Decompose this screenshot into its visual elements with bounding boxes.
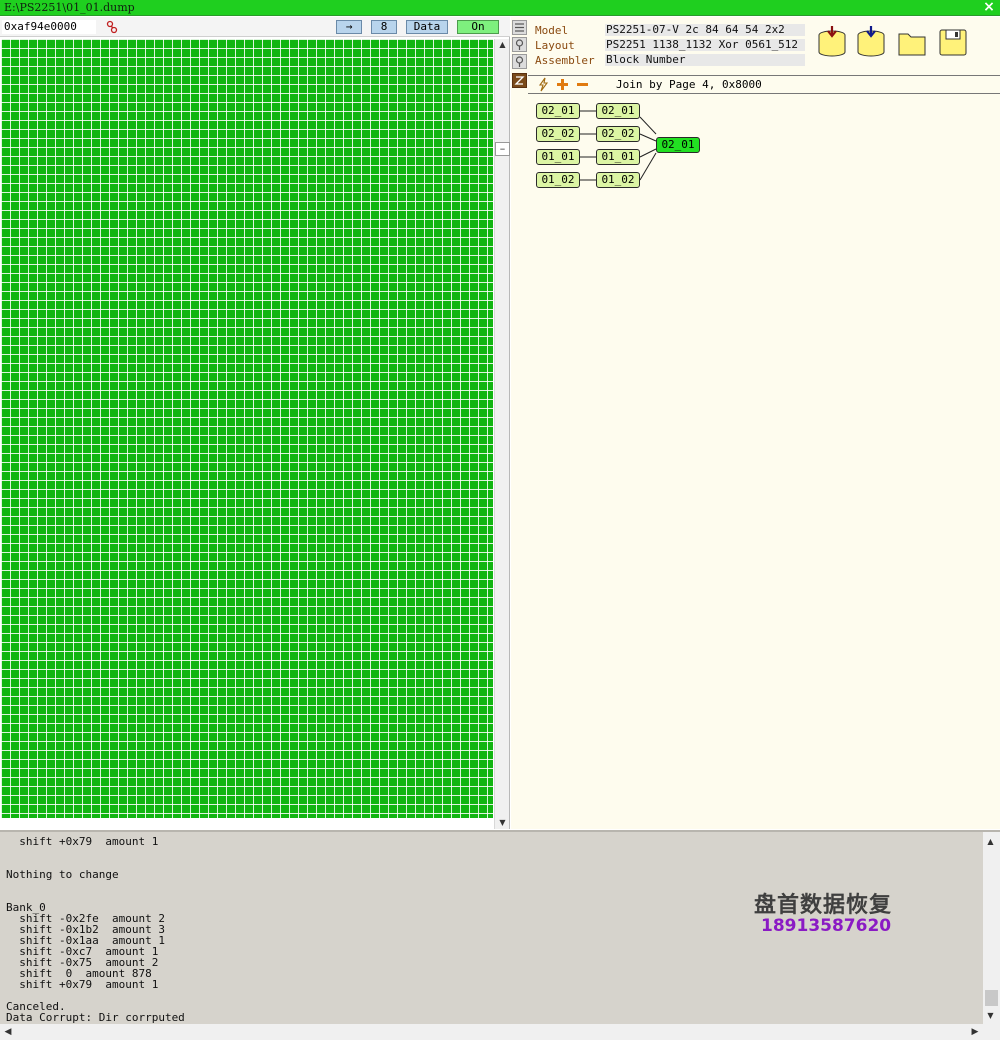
join-graph: 02_01 02_02 01_01 01_02 02_01 02_02 01_0…: [528, 97, 1000, 217]
assembler-field[interactable]: Block Number: [605, 54, 805, 66]
menu-lines-icon[interactable]: [512, 20, 527, 35]
join-info-text: Join by Page 4, 0x8000: [616, 78, 762, 91]
log-panel: shift +0x79 amount 1 Nothing to change B…: [0, 830, 1000, 1040]
pin-icon[interactable]: [512, 37, 527, 52]
pin-icon[interactable]: [512, 54, 527, 69]
join-tool-icon[interactable]: [512, 73, 527, 88]
page-node[interactable]: 02_01: [596, 103, 640, 119]
lightning-icon[interactable]: [537, 77, 549, 92]
scroll-up-icon[interactable]: ▲: [496, 39, 509, 51]
on-toggle-button[interactable]: On: [457, 20, 499, 34]
title-bar: E:\PS2251\01_01.dump ×: [0, 0, 1000, 16]
add-icon[interactable]: [557, 79, 568, 90]
watermark-title: 盘首数据恢复: [754, 893, 893, 918]
source-node[interactable]: 01_02: [536, 172, 580, 188]
close-icon[interactable]: ×: [982, 0, 996, 14]
scrollbar-corner: [983, 1024, 1000, 1040]
scroll-right-icon[interactable]: ▶: [969, 1026, 981, 1038]
merged-node[interactable]: 02_01: [656, 137, 700, 153]
dump-vertical-scrollbar[interactable]: ▲ – ▼: [494, 39, 510, 829]
assembler-panel: Model PS2251-07-V 2c 84 64 54 2x2 Layout…: [511, 17, 1000, 829]
model-field[interactable]: PS2251-07-V 2c 84 64 54 2x2: [605, 24, 805, 36]
scroll-up-icon[interactable]: ▲: [984, 836, 997, 848]
address-input[interactable]: 0xaf94e0000: [2, 20, 96, 34]
page-node[interactable]: 01_01: [596, 149, 640, 165]
page-node[interactable]: 01_02: [596, 172, 640, 188]
assembler-label: Assembler: [535, 54, 595, 67]
data-mode-button[interactable]: Data: [406, 20, 448, 34]
scroll-left-icon[interactable]: ◀: [2, 1026, 14, 1038]
database-import-icon[interactable]: [817, 25, 847, 57]
dump-view-panel: 0xaf94e0000 → 8 Data On ▲ – ▼: [0, 17, 510, 829]
remove-icon[interactable]: [577, 79, 588, 90]
scroll-down-icon[interactable]: ▼: [496, 817, 509, 829]
dump-toolbar: 0xaf94e0000 → 8 Data On: [0, 17, 510, 37]
side-toolbar: [511, 17, 528, 92]
block-map-grid[interactable]: [1, 39, 493, 818]
model-label: Model: [535, 24, 569, 37]
database-export-icon[interactable]: [856, 25, 886, 57]
source-node[interactable]: 01_01: [536, 149, 580, 165]
scroll-down-icon[interactable]: ▼: [984, 1010, 997, 1022]
log-vertical-scrollbar[interactable]: ▲ ▼: [983, 832, 1000, 1026]
folder-open-icon[interactable]: [897, 27, 927, 59]
window-title: E:\PS2251\01_01.dump: [4, 1, 135, 14]
join-toolbar: Join by Page 4, 0x8000: [528, 75, 1000, 94]
watermark-phone: 18913587620: [761, 916, 892, 936]
layout-label: Layout: [535, 39, 575, 52]
source-node[interactable]: 02_02: [536, 126, 580, 142]
zoom-out-button[interactable]: –: [495, 142, 510, 156]
page-node[interactable]: 02_02: [596, 126, 640, 142]
layout-field[interactable]: PS2251 1138_1132 Xor 0561_512: [605, 39, 805, 51]
save-icon[interactable]: [938, 27, 968, 59]
log-horizontal-scrollbar[interactable]: ◀ ▶: [0, 1024, 983, 1040]
page-count-button[interactable]: 8: [371, 20, 397, 34]
direction-button[interactable]: →: [336, 20, 362, 34]
link-icon[interactable]: [106, 20, 118, 34]
log-scroll-thumb[interactable]: [985, 990, 998, 1006]
source-node[interactable]: 02_01: [536, 103, 580, 119]
